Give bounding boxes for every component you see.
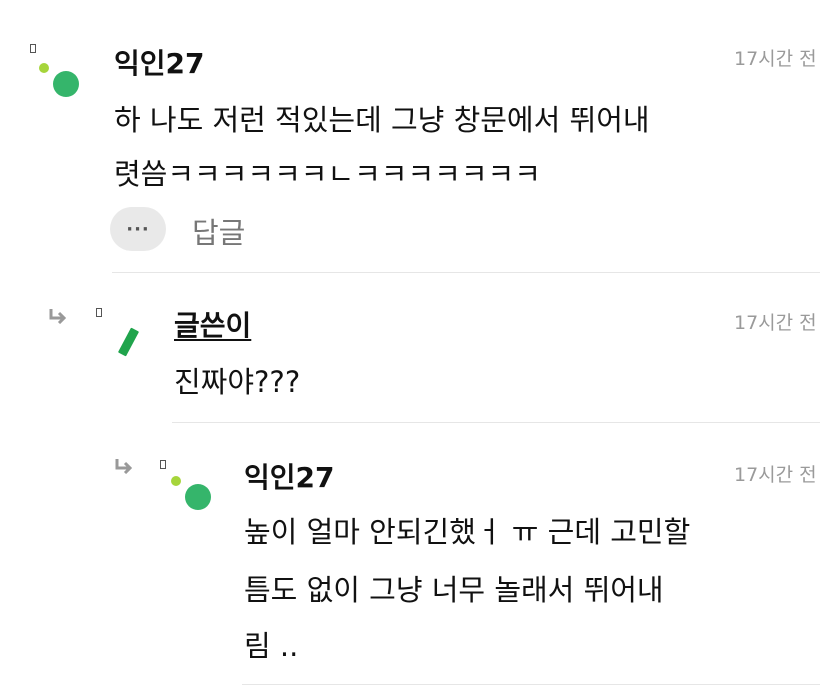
reply-arrow-icon xyxy=(115,459,132,474)
avatar-dot-big xyxy=(185,484,211,510)
reply-arrow-icon xyxy=(49,309,66,324)
comment-2: 글쓴이 17시간 전 진짜야??? xyxy=(0,290,840,430)
comment-text-line-3: 림 .. xyxy=(244,629,299,663)
avatar[interactable] xyxy=(168,470,214,516)
avatar-dot-small xyxy=(171,476,181,486)
comment-time: 17시간 전 xyxy=(734,48,817,70)
reply-link[interactable]: 답글 xyxy=(192,210,245,252)
avatar-marker xyxy=(30,44,36,53)
avatar-dot-big xyxy=(53,71,79,97)
comment-1: 익인27 17시간 전 하 나도 저런 적있는데 그냥 창문에서 뛰어내 렷씀ㅋ… xyxy=(0,0,840,273)
comment-author[interactable]: 익인27 xyxy=(244,456,335,496)
comment-time: 17시간 전 xyxy=(734,312,817,334)
divider xyxy=(112,272,820,273)
comment-text-line-2: 틈도 없이 그냥 너무 놀래서 뛰어내 xyxy=(244,573,664,607)
more-dots-icon: ··· xyxy=(126,218,150,240)
divider xyxy=(172,422,820,423)
avatar-marker xyxy=(160,460,166,469)
comment-time: 17시간 전 xyxy=(734,464,817,486)
comment-text-line-1: 높이 얼마 안되긴했ㅓ ㅠ 근데 고민할 xyxy=(244,515,691,549)
more-options-button[interactable]: ··· xyxy=(110,207,166,251)
comment-author[interactable]: 글쓴이 xyxy=(174,304,251,344)
avatar[interactable] xyxy=(36,58,82,104)
comment-text-line-1: 진짜야??? xyxy=(174,365,301,399)
comment-author[interactable]: 익인27 xyxy=(114,42,205,82)
comment-text-line-1: 하 나도 저런 적있는데 그냥 창문에서 뛰어내 xyxy=(114,103,650,137)
author-pen-icon xyxy=(117,327,140,357)
comment-text-line-2: 렷씀ㅋㅋㅋㅋㅋㅋㄴㅋㅋㅋㅋㅋㅋㅋ xyxy=(114,157,541,191)
avatar-dot-small xyxy=(39,63,49,73)
comment-3: 익인27 17시간 전 높이 얼마 안되긴했ㅓ ㅠ 근데 고민할 틈도 없이 그… xyxy=(0,440,840,689)
divider xyxy=(242,684,820,685)
avatar-marker xyxy=(96,308,102,317)
